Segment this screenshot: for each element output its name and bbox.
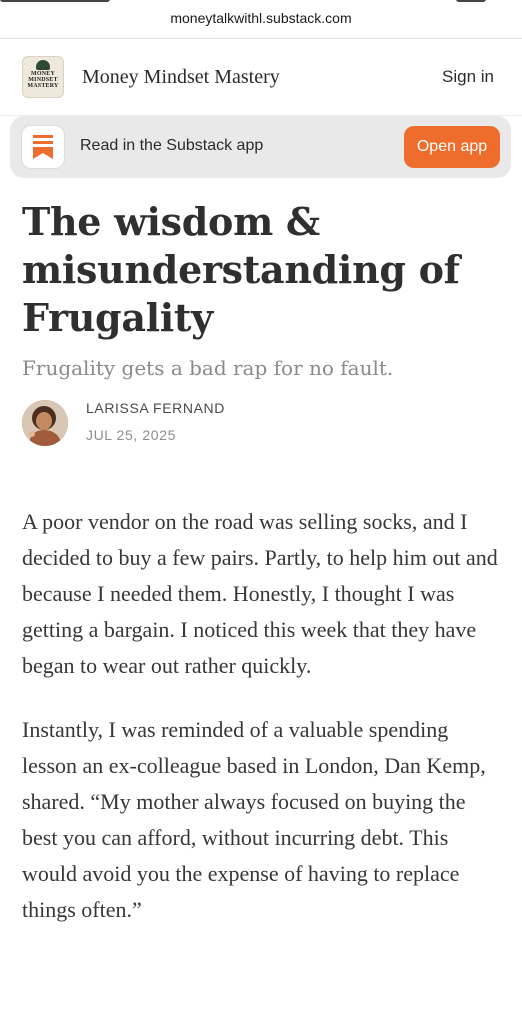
battery-icon: [456, 0, 486, 2]
article-subtitle: Frugality gets a bad rap for no fault.: [22, 356, 394, 380]
body-paragraph: A poor vendor on the road was selling so…: [22, 509, 498, 678]
article: The wisdom & misunderstanding of Frugali…: [22, 198, 502, 928]
status-bar-fragment: [0, 0, 110, 2]
substack-logo-icon: [33, 135, 53, 159]
substack-app-icon: [22, 126, 64, 168]
app-banner-text: Read in the Substack app: [80, 137, 264, 154]
browser-url-bar[interactable]: moneytalkwithl.substack.com: [0, 0, 522, 39]
body-paragraph: Instantly, I was reminded of a valuable …: [22, 717, 486, 922]
url-text[interactable]: moneytalkwithl.substack.com: [0, 10, 522, 26]
publication-header: MONEY MINDSET MASTERY Money Mindset Mast…: [0, 39, 522, 116]
open-app-button[interactable]: Open app: [404, 126, 500, 168]
logo-emblem-icon: [36, 60, 50, 70]
author-photo-icon: [22, 400, 68, 446]
app-banner: Read in the Substack app Open app: [10, 116, 511, 178]
author-name[interactable]: LARISSA FERNAND: [86, 400, 225, 416]
byline: LARISSA FERNAND JUL 25, 2025: [22, 400, 502, 452]
article-title: The wisdom & misunderstanding of Frugali…: [22, 199, 460, 340]
publication-title[interactable]: Money Mindset Mastery: [82, 66, 280, 89]
logo-line: MASTERY: [27, 83, 59, 89]
post-date: JUL 25, 2025: [86, 427, 176, 443]
article-body: A poor vendor on the road was selling so…: [22, 504, 502, 928]
author-avatar[interactable]: [22, 400, 68, 446]
sign-in-link[interactable]: Sign in: [442, 67, 494, 87]
publication-logo[interactable]: MONEY MINDSET MASTERY: [22, 56, 64, 98]
